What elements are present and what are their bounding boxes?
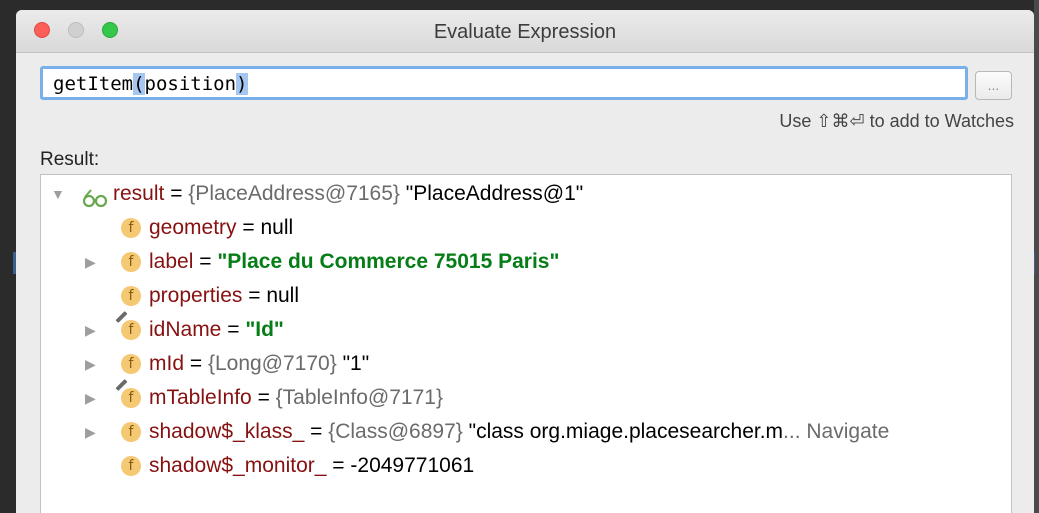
tree-row-mid[interactable]: ▶ f mId = {Long@7170} "1" [41,347,1011,381]
watch-glasses-icon [81,185,109,208]
tree-row-shadow-klass[interactable]: ▶ f shadow$_klass_ = {Class@6897} "class… [41,415,1011,449]
field-letter: f [128,322,134,338]
value-text: -2049771061 [350,454,475,477]
tree-row-text: idName = "Id" [149,313,284,347]
tree-row-properties[interactable]: f properties = null [41,279,1011,313]
tree-collapsed-arrow-icon[interactable]: ▶ [85,415,96,449]
equals-sign: = [164,182,189,205]
tree-row-shadow-monitor[interactable]: f shadow$_monitor_ = -2049771061 [41,449,1011,483]
tree-row-text: shadow$_monitor_ = -2049771061 [149,449,474,483]
value-text: "1" [336,352,370,375]
title-bar[interactable]: Evaluate Expression [16,10,1034,53]
add-to-watches-hint: Use ⇧⌘⏎ to add to Watches [779,111,1014,131]
field-name: label [149,250,194,273]
field-icon: f [121,252,141,272]
window-title: Evaluate Expression [433,21,617,43]
equals-sign: = [221,318,246,341]
equals-sign: = [326,454,351,477]
tree-row-text: shadow$_klass_ = {Class@6897} "class org… [149,415,889,449]
navigate-link[interactable]: ... Navigate [783,420,889,443]
field-name: mTableInfo [149,386,252,409]
expression-text-argument: position [144,73,237,95]
final-field-icon: f [115,310,141,340]
result-label: Result: [40,149,100,170]
field-name: geometry [149,216,237,239]
equals-sign: = [193,250,218,273]
tree-row-text: label = "Place du Commerce 75015 Paris" [149,245,559,279]
type-info: {Class@6897} [328,420,463,443]
field-name: properties [149,284,243,307]
equals-sign: = [242,284,267,307]
field-letter: f [128,390,134,406]
desktop: Evaluate Expression getItem(position) ..… [0,0,1039,513]
field-icon: f [121,218,141,238]
tree-collapsed-arrow-icon[interactable]: ▶ [85,313,96,347]
field-letter: f [128,254,134,270]
field-name: shadow$_klass_ [149,420,305,443]
tree-row-text: mId = {Long@7170} "1" [149,347,369,381]
result-tree[interactable]: ▼ result = {PlaceAddress@7165} "PlaceAdd… [40,174,1012,513]
field-letter: f [128,288,134,304]
expression-input[interactable]: getItem(position) [40,66,968,100]
expand-editor-button[interactable]: ... [975,71,1012,100]
evaluate-expression-dialog: Evaluate Expression getItem(position) ..… [16,10,1034,513]
field-icon: f [121,286,141,306]
field-letter: f [128,458,134,474]
value-text: null [260,216,294,239]
equals-sign: = [251,386,276,409]
field-name: mId [149,352,185,375]
type-info: {PlaceAddress@7165} [188,182,400,205]
expression-paren-open: ( [133,73,145,95]
field-name: idName [149,318,222,341]
field-icon: f [121,422,141,442]
field-letter: f [128,356,134,372]
value-text: null [266,284,300,307]
tree-collapsed-arrow-icon[interactable]: ▶ [85,347,96,381]
tree-row-label[interactable]: ▶ f label = "Place du Commerce 75015 Par… [41,245,1011,279]
type-info: {Long@7170} [207,352,337,375]
expression-text-function: getItem [53,73,134,95]
tree-row-mtableinfo[interactable]: ▶ f mTableInfo = {TableInfo@7171} [41,378,1011,415]
value-text: "PlaceAddress@1" [399,182,584,205]
variable-name: result [113,182,165,205]
tree-row-text: result = {PlaceAddress@7165} "PlaceAddre… [113,177,583,211]
tree-row-idname[interactable]: ▶ f idName = "Id" [41,310,1011,347]
final-field-icon: f [115,378,141,408]
pin-icon [115,378,128,392]
field-icon: f [121,354,141,374]
tree-expanded-arrow-icon[interactable]: ▼ [51,177,65,211]
tree-row-text: properties = null [149,279,299,313]
expression-paren-close: ) [236,73,248,95]
pin-icon [115,310,128,324]
field-letter: f [128,424,134,440]
equals-sign: = [184,352,208,375]
expression-row: getItem(position) ... [40,66,1012,104]
equals-sign: = [236,216,261,239]
type-info: {TableInfo@7171} [275,386,443,409]
tree-collapsed-arrow-icon[interactable]: ▶ [85,245,96,279]
field-icon: f [121,456,141,476]
equals-sign: = [304,420,329,443]
tree-row-result[interactable]: ▼ result = {PlaceAddress@7165} "PlaceAdd… [41,177,1011,211]
field-name: shadow$_monitor_ [149,454,327,477]
string-value: "Id" [245,318,284,341]
tree-row-text: mTableInfo = {TableInfo@7171} [149,381,443,415]
value-text: "class org.miage.placesearcher.m [462,420,784,443]
tree-row-geometry[interactable]: f geometry = null [41,211,1011,245]
string-value: "Place du Commerce 75015 Paris" [217,250,560,273]
tree-collapsed-arrow-icon[interactable]: ▶ [85,381,96,415]
tree-row-text: geometry = null [149,211,293,245]
